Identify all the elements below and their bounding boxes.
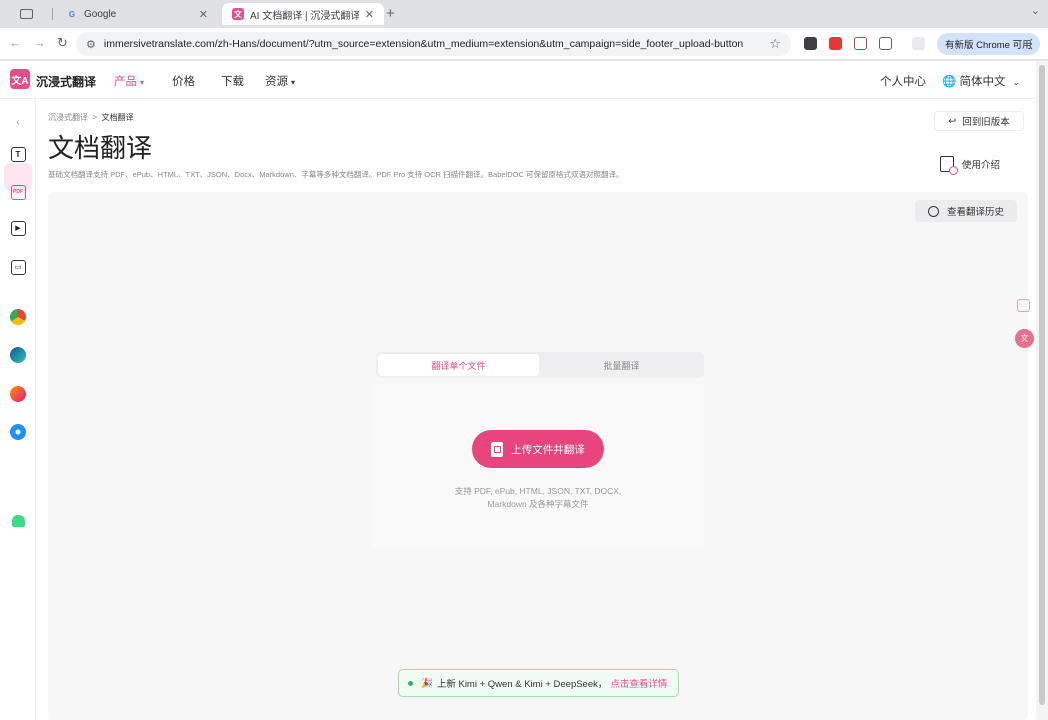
immersive-translate-icon: 文 [232,8,244,20]
url-text: immersivetranslate.com/zh-Hans/document/… [103,38,744,50]
tab-single-file[interactable]: 翻译单个文件 [378,354,539,376]
profile-icon[interactable] [912,37,925,50]
upload-translate-button[interactable]: 上传文件并翻译 [472,430,604,468]
web-page: 文A 沉浸式翻译 产品 ▾ 价格 下载 资源 ▾ 个人中心 🌐 简体中文 ⌄ ‹ T… [0,61,1036,720]
banner-details-link[interactable]: 点击查看详情 [610,676,667,690]
text-icon[interactable]: T [9,145,27,163]
tab-search-icon[interactable]: ⌄ [1031,4,1040,17]
tab-title: Google [84,8,117,20]
safari-icon[interactable] [9,423,27,441]
extensions-puzzle-icon[interactable] [879,37,892,50]
history-icon [927,205,939,217]
collapse-chevron-icon[interactable]: ‹ [9,113,27,131]
tab-title: AI 文档翻译 | 沉浸式翻译：支 [250,10,359,22]
left-sidebar: ‹ T PDF ▶ ▭ [0,99,36,720]
browser-menu-icon[interactable]: ⋮ [1025,36,1038,52]
chevron-down-icon: ▾ [291,78,296,87]
forward-icon[interactable]: → [33,35,46,50]
tab-google[interactable]: G Google ✕ [56,3,218,25]
brand-logo-icon[interactable]: 文A [10,69,30,89]
floating-translate-icon[interactable] [1017,299,1030,312]
sidebar-toggle-icon [20,9,33,19]
file-icon [491,441,504,457]
nav-products[interactable]: 产品 ▾ [114,73,144,89]
breadcrumb-separator: > [92,113,98,122]
guide-doc-icon [940,156,958,175]
reload-icon[interactable]: ↻ [57,35,68,51]
return-arrow-icon: ↩ [948,115,957,127]
browser-tabstrip: G Google ✕ 文 AI 文档翻译 | 沉浸式翻译：支 ✕ + ⌄ [0,0,1048,28]
extension-icon[interactable] [804,37,817,50]
banner-text: 上新 Kimi + Qwen & Kimi + DeepSeek， [436,679,608,690]
old-version-button[interactable]: ↩ 回到旧版本 [934,111,1024,131]
site-header: 文A 沉浸式翻译 产品 ▾ 价格 下载 资源 ▾ 个人中心 🌐 简体中文 ⌄ [0,61,1036,99]
bookmark-star-icon[interactable]: ☆ [769,36,781,52]
sidebar-toggle-tab[interactable] [10,3,50,25]
site-info-icon[interactable]: ⚙ [86,38,96,51]
chrome-icon[interactable] [9,308,27,326]
floating-ball-icon[interactable]: 文 [1015,329,1034,348]
page-subtitle: 基础文档翻译支持 PDF、ePub、HTML、TXT、JSON、Docx、Mar… [48,170,624,179]
browser-toolbar: ← → ↻ ⚙ immersivetranslate.com/zh-Hans/d… [0,28,1048,60]
scrollbar-thumb[interactable] [1039,65,1045,705]
user-center-link[interactable]: 个人中心 [880,73,926,89]
android-icon[interactable] [9,512,27,530]
brand-name[interactable]: 沉浸式翻译 [36,73,96,90]
nav-download[interactable]: 下载 [221,73,244,89]
supported-formats: 支持 PDF, ePub, HTML, JSON, TXT, DOCX, Mar… [454,486,622,509]
announcement-banner[interactable]: 🎉 上新 Kimi + Qwen & Kimi + DeepSeek， 点击查看… [398,669,679,697]
tab-batch[interactable]: 批量翻译 [541,354,702,376]
breadcrumb-home[interactable]: 沉浸式翻译 [48,113,88,122]
breadcrumb-current: 文档翻译 [101,113,134,122]
status-dot-icon [408,680,413,686]
extension-icon[interactable] [829,37,842,50]
globe-icon: 🌐 [942,76,957,88]
back-icon[interactable]: ← [9,35,22,50]
pdf-icon[interactable]: PDF [9,183,27,201]
nav-pricing[interactable]: 价格 [172,73,195,89]
tab-document-translate[interactable]: 文 AI 文档翻译 | 沉浸式翻译：支 ✕ [222,3,384,25]
video-icon[interactable]: ▶ [9,219,27,237]
apple-icon[interactable] [9,474,27,492]
address-bar[interactable]: ⚙ immersivetranslate.com/zh-Hans/documen… [76,32,791,56]
google-icon: G [68,9,76,19]
edge-icon[interactable] [9,346,27,364]
nav-resources[interactable]: 资源 ▾ [265,73,295,89]
chevron-down-icon: ⌄ [1012,78,1020,87]
extension-icon[interactable] [854,37,867,50]
usage-guide-link[interactable]: 使用介绍 [940,156,1000,175]
mode-tabs: 翻译单个文件 批量翻译 [376,352,704,378]
party-popper-icon: 🎉 [421,677,433,689]
new-tab-button[interactable]: + [386,5,395,22]
close-icon[interactable]: ✕ [365,8,374,21]
language-switch[interactable]: 🌐 简体中文 ⌄ [942,73,1019,89]
view-history-button[interactable]: 查看翻译历史 [915,200,1017,222]
breadcrumb: 沉浸式翻译 > 文档翻译 [48,112,134,123]
image-icon[interactable]: ▭ [9,258,27,276]
page-title: 文档翻译 [48,133,153,163]
chevron-down-icon: ▾ [140,78,145,87]
page-scrollbar[interactable] [1036,61,1048,720]
close-icon[interactable]: ✕ [199,8,208,21]
firefox-icon[interactable] [9,385,27,403]
